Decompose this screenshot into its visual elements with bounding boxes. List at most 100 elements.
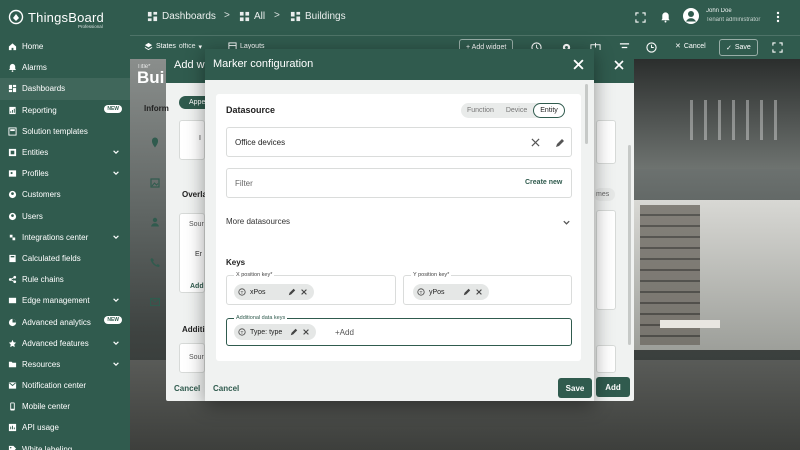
sidebar-item-white-labeling[interactable]: White labeling bbox=[0, 439, 130, 450]
widget-title-preview: Title* Bui bbox=[137, 64, 167, 88]
logo[interactable]: ThingsBoard Professional bbox=[8, 6, 104, 29]
sidebar-item-resources[interactable]: Resources bbox=[0, 354, 130, 375]
notifications-icon[interactable] bbox=[660, 11, 671, 23]
new-badge: NEW bbox=[104, 104, 122, 113]
user-name: John Doe bbox=[706, 8, 732, 14]
add-widget-cancel-button[interactable]: Cancel bbox=[174, 384, 200, 393]
sidebar-item-mobile-center[interactable]: Mobile center bbox=[0, 396, 130, 417]
datasource-type-toggle: Function Device Entity bbox=[461, 103, 565, 118]
datasource-type-entity[interactable]: Entity bbox=[533, 103, 565, 118]
chevron-down-icon bbox=[113, 150, 119, 154]
avatar bbox=[683, 8, 699, 24]
sidebar-item-integrations-center[interactable]: Integrations center bbox=[0, 227, 130, 248]
marker-save-button[interactable]: Save bbox=[558, 378, 592, 398]
edit-icon[interactable] bbox=[288, 288, 296, 296]
add-data-key-input[interactable]: +Add bbox=[335, 328, 354, 337]
close-icon[interactable] bbox=[475, 288, 483, 296]
save-dashboard-button[interactable]: ✓ Save bbox=[719, 39, 758, 56]
add-overlay-button[interactable]: Add bbox=[190, 283, 204, 290]
white-label-icon bbox=[8, 445, 17, 450]
edit-icon[interactable] bbox=[555, 138, 565, 148]
fullscreen-icon[interactable] bbox=[772, 42, 783, 53]
sidebar-item-calculated-fields[interactable]: Calculated fields bbox=[0, 248, 130, 269]
datasource-type-function[interactable]: Function bbox=[461, 103, 500, 118]
sidebar-item-label: Profiles bbox=[22, 169, 49, 179]
close-icon[interactable] bbox=[302, 328, 310, 336]
sidebar-item-home[interactable]: Home bbox=[0, 36, 130, 57]
close-icon[interactable] bbox=[614, 60, 624, 70]
api-icon bbox=[8, 424, 17, 432]
clear-icon[interactable] bbox=[531, 138, 540, 147]
sidebar-item-api-usage[interactable]: API usage bbox=[0, 417, 130, 438]
sidebar-item-label: Calculated fields bbox=[22, 253, 81, 263]
breadcrumb-all[interactable]: All bbox=[239, 11, 265, 22]
sidebar-item-reporting[interactable]: Reporting NEW bbox=[0, 100, 130, 121]
close-icon[interactable] bbox=[300, 288, 308, 296]
sidebar-item-label: Solution templates bbox=[22, 126, 88, 136]
brand-name: ThingsBoard bbox=[28, 9, 104, 25]
sidebar-item-solution-templates[interactable]: Solution templates bbox=[0, 121, 130, 142]
cancel-label: Cancel bbox=[683, 42, 706, 50]
info-card: I bbox=[179, 120, 205, 160]
breadcrumb-buildings[interactable]: Buildings bbox=[290, 11, 346, 22]
sidebar-item-customers[interactable]: Customers bbox=[0, 184, 130, 205]
x-position-key-chip[interactable]: T xPos bbox=[234, 284, 314, 300]
resources-icon bbox=[8, 361, 17, 368]
key-type-icon: T bbox=[238, 328, 246, 336]
cancel-edit-button[interactable]: ✕ Cancel bbox=[675, 42, 706, 51]
marker-cancel-button[interactable]: Cancel bbox=[213, 384, 239, 393]
sidebar-item-advanced-analytics[interactable]: Advanced analytics NEW bbox=[0, 311, 130, 332]
additional-data-key-chip[interactable]: T Type: type bbox=[234, 324, 317, 340]
sidebar-item-dashboards[interactable]: Dashboards bbox=[0, 78, 130, 100]
sidebar-item-users[interactable]: Users bbox=[0, 206, 130, 227]
features-icon bbox=[8, 339, 17, 347]
filter-field[interactable]: Filter Create new bbox=[226, 168, 572, 198]
scrollbar[interactable] bbox=[628, 145, 631, 345]
sidebar: ThingsBoard Professional Home Alarms Dashb… bbox=[0, 0, 130, 450]
entity-alias-value: Office devices bbox=[235, 138, 286, 147]
scrollbar[interactable] bbox=[585, 84, 588, 144]
more-vert-icon[interactable] bbox=[776, 11, 780, 23]
entity-alias-field[interactable]: Office devices bbox=[226, 127, 572, 157]
edit-icon[interactable] bbox=[463, 288, 471, 296]
breadcrumb-dashboards[interactable]: Dashboards bbox=[147, 11, 216, 22]
sidebar-item-alarms[interactable]: Alarms bbox=[0, 57, 130, 78]
additional-data-keys-field[interactable]: Additional data keys T Type: type +Add bbox=[226, 315, 572, 346]
history-icon[interactable] bbox=[646, 42, 657, 53]
more-datasources-expander[interactable]: More datasources bbox=[226, 210, 572, 234]
states-label: States bbox=[156, 43, 176, 50]
sidebar-item-label: White labeling bbox=[22, 444, 73, 450]
sidebar-item-label: Users bbox=[22, 211, 43, 221]
sidebar-item-edge-management[interactable]: Edge management bbox=[0, 290, 130, 311]
key-type-icon: T bbox=[238, 288, 246, 296]
chevron-down-icon bbox=[113, 362, 119, 366]
sidebar-item-rule-chains[interactable]: Rule chains bbox=[0, 269, 130, 290]
sidebar-item-label: Customers bbox=[22, 190, 61, 200]
create-new-filter-button[interactable]: Create new bbox=[525, 179, 562, 186]
sidebar-item-label: API usage bbox=[22, 423, 59, 433]
y-position-key-chip[interactable]: T yPos bbox=[413, 284, 489, 300]
sidebar-item-entities[interactable]: Entities bbox=[0, 142, 130, 163]
additional-data-key-value: Type: type bbox=[250, 328, 283, 336]
user-role: Tenant administrator bbox=[706, 17, 761, 23]
source-label: Sour bbox=[189, 354, 204, 361]
sidebar-item-label: Advanced analytics bbox=[22, 317, 91, 327]
sidebar-item-profiles[interactable]: Profiles bbox=[0, 163, 130, 184]
fullscreen-icon[interactable] bbox=[635, 12, 646, 23]
add-widget-title: Add w bbox=[174, 59, 205, 71]
sidebar-item-notification-center[interactable]: Notification center bbox=[0, 375, 130, 396]
x-position-key-label: X position key* bbox=[234, 272, 275, 278]
breadcrumb-label: Buildings bbox=[305, 11, 346, 22]
additional-section-label: Additi bbox=[182, 325, 205, 334]
sidebar-item-advanced-features[interactable]: Advanced features bbox=[0, 333, 130, 354]
close-icon[interactable] bbox=[573, 59, 584, 70]
x-position-key-field[interactable]: X position key* T xPos bbox=[226, 272, 396, 305]
add-widget-add-button[interactable]: Add bbox=[596, 377, 630, 397]
datasource-type-device[interactable]: Device bbox=[500, 103, 533, 118]
information-section-label: Inform bbox=[144, 104, 169, 113]
edit-icon[interactable] bbox=[290, 328, 298, 336]
sidebar-item-label: Advanced features bbox=[22, 338, 89, 348]
sidebar-item-label: Entities bbox=[22, 148, 49, 158]
y-position-key-field[interactable]: Y position key* T yPos bbox=[403, 272, 572, 305]
overlay-section-label: Overla bbox=[182, 190, 207, 199]
